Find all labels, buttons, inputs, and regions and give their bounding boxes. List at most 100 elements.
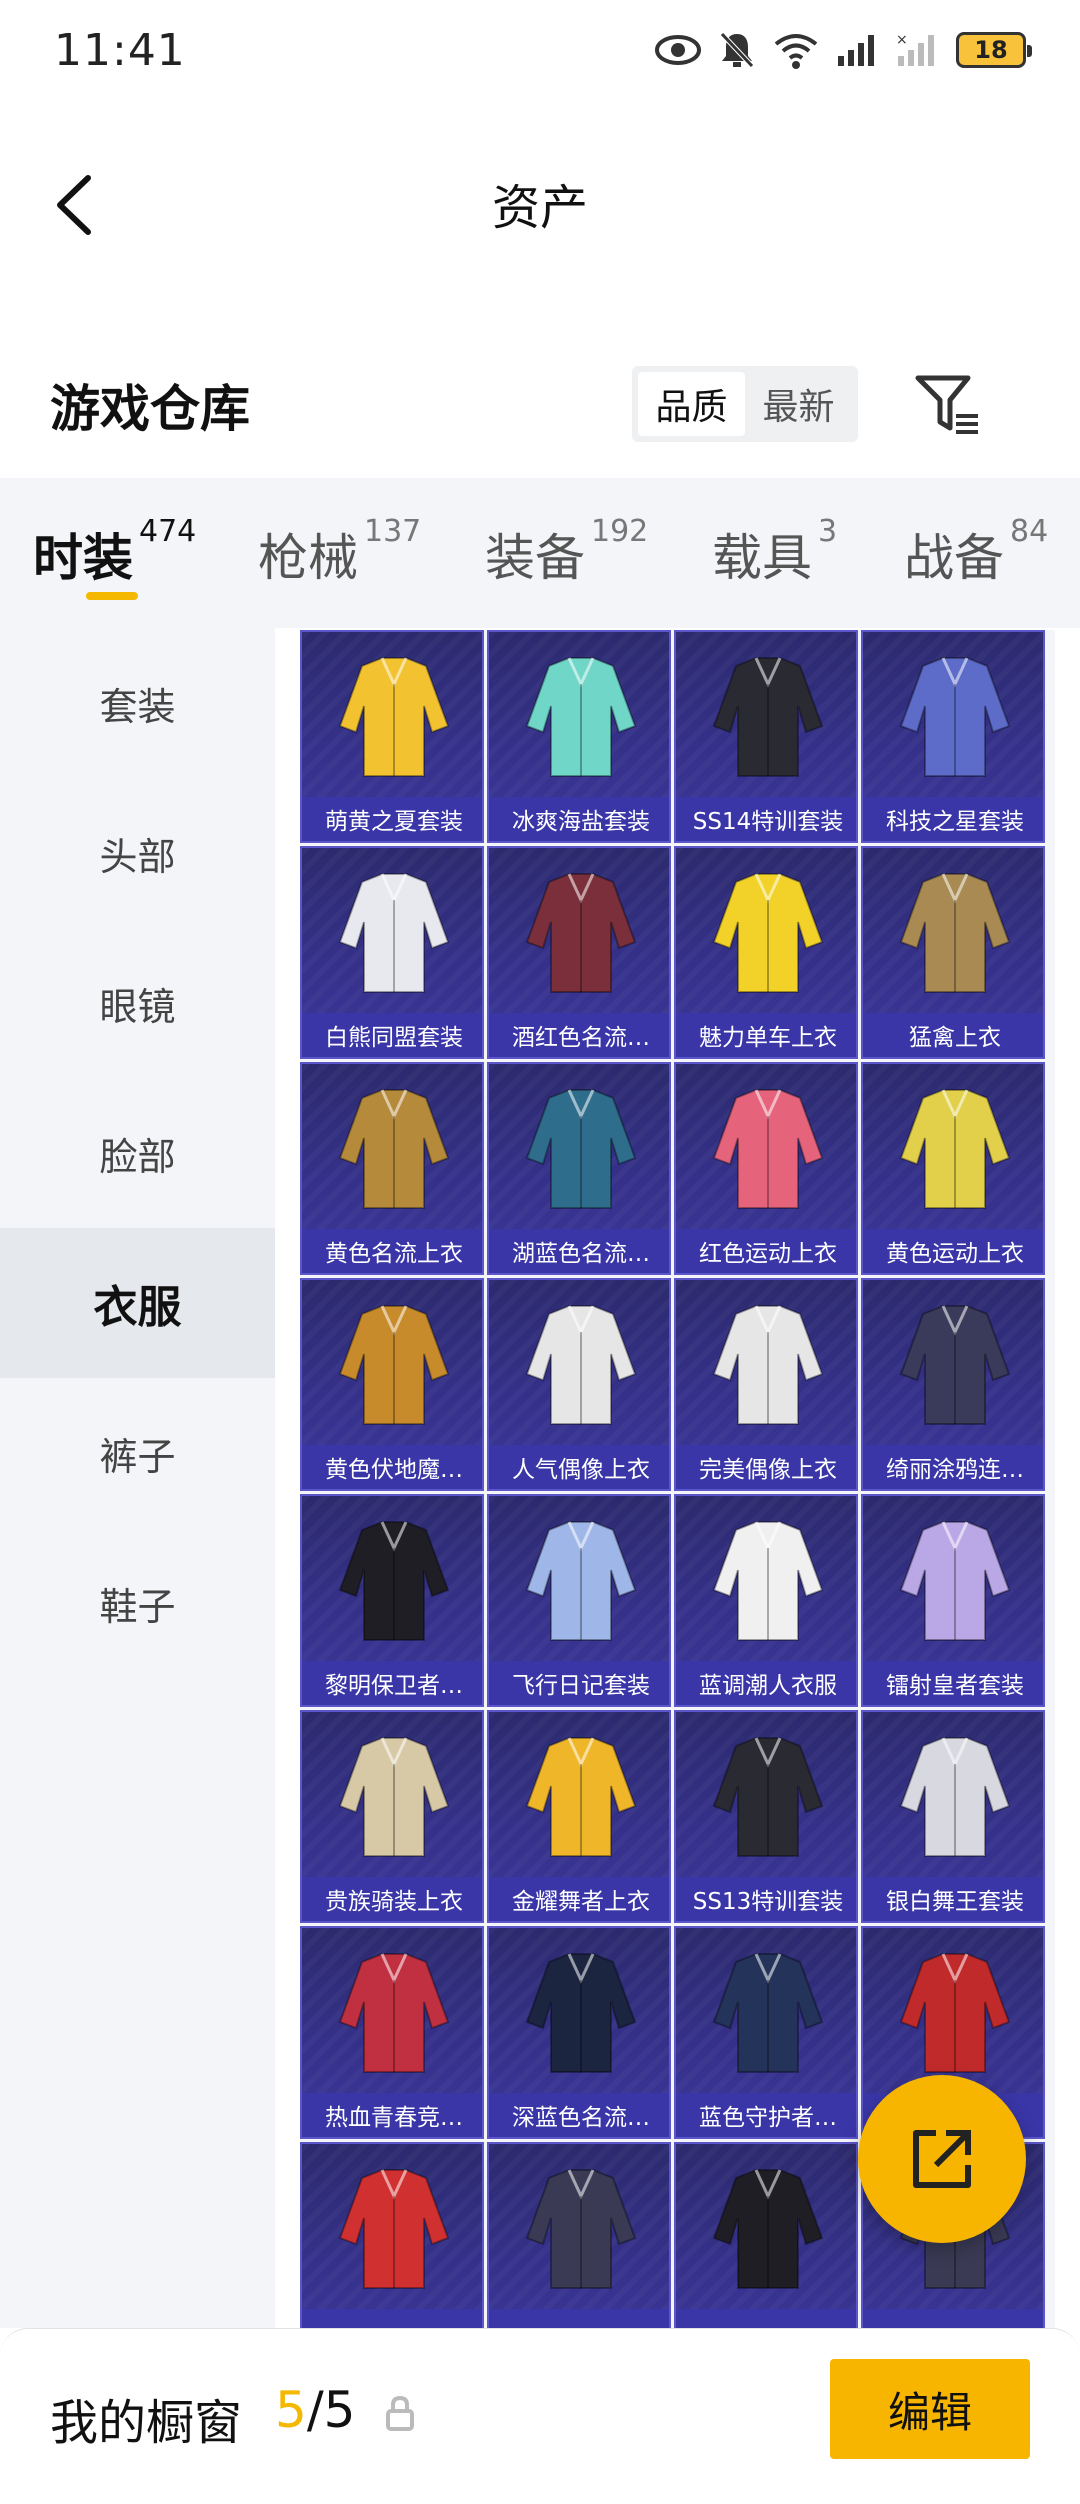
item-tile[interactable]: 热血青春竞… (300, 1926, 484, 2139)
tab-label: 装备 (485, 529, 585, 587)
tab-guns[interactable]: 枪械 137 (258, 514, 421, 590)
status-icons: × 18 (654, 30, 1032, 70)
item-tile[interactable]: SS13特训套装 (674, 1710, 858, 1923)
item-tile[interactable]: 绮丽涂鸦连… (861, 1278, 1045, 1491)
tab-label: 时装 (33, 529, 133, 587)
tab-fashion[interactable]: 时装 474 (33, 514, 196, 590)
item-tile[interactable]: 红色运动上衣 (674, 1062, 858, 1275)
item-tile[interactable]: 金耀舞者上衣 (487, 1710, 671, 1923)
item-label: 蓝色守护者… (676, 2093, 856, 2137)
item-label (863, 2309, 1043, 2330)
outfit-icon (338, 873, 450, 993)
item-tile[interactable] (674, 2142, 858, 2330)
sidebar-item-head[interactable]: 头部 (0, 778, 275, 928)
item-tile[interactable] (300, 2142, 484, 2330)
item-label: 黄色伏地魔… (302, 1445, 482, 1489)
tab-equipment[interactable]: 装备 192 (485, 514, 648, 590)
outfit-icon (338, 1305, 450, 1425)
item-tile[interactable]: 科技之星套装 (861, 630, 1045, 843)
tab-count: 137 (364, 514, 422, 549)
outfit-icon (712, 873, 824, 993)
sidebar-item-pants[interactable]: 裤子 (0, 1378, 275, 1528)
svg-text:×: × (896, 32, 908, 48)
item-label: 冰爽海盐套装 (489, 797, 669, 841)
item-tile[interactable]: 黄色伏地魔… (300, 1278, 484, 1491)
item-label: 银白舞王套装 (863, 1877, 1043, 1921)
item-label: 镭射皇者套装 (863, 1661, 1043, 1705)
item-tile[interactable]: 白熊同盟套装 (300, 846, 484, 1059)
tab-label: 载具 (712, 529, 812, 587)
tab-count: 192 (591, 514, 649, 549)
tab-combat-gear[interactable]: 战备 84 (904, 514, 1048, 590)
item-tile[interactable] (487, 2142, 671, 2330)
signal-weak-icon: × (896, 32, 934, 66)
item-label: 科技之星套装 (863, 797, 1043, 841)
item-label: 黎明保卫者… (302, 1661, 482, 1705)
edit-button[interactable]: 编辑 (830, 2359, 1030, 2459)
sidebar: 套装 头部 眼镜 脸部 衣服 裤子 鞋子 (0, 628, 275, 2328)
outfit-icon (338, 1737, 450, 1857)
item-label: 飞行日记套装 (489, 1661, 669, 1705)
tab-label: 枪械 (258, 529, 358, 587)
item-tile[interactable]: 冰爽海盐套装 (487, 630, 671, 843)
outfit-icon (712, 1089, 824, 1209)
outfit-icon (525, 1089, 637, 1209)
item-tile[interactable]: 贵族骑装上衣 (300, 1710, 484, 1923)
outfit-icon (712, 1521, 824, 1641)
chevron-left-icon[interactable] (48, 170, 98, 240)
item-tile[interactable]: 黎明保卫者… (300, 1494, 484, 1707)
battery-icon: 18 (956, 32, 1032, 68)
sort-quality[interactable]: 品质 (638, 372, 745, 436)
status-bar: 11:41 × 18 (0, 0, 1080, 100)
item-tile[interactable]: 魅力单车上衣 (674, 846, 858, 1059)
item-tile[interactable]: 猛禽上衣 (861, 846, 1045, 1059)
item-label (489, 2309, 669, 2330)
sidebar-item-shoes[interactable]: 鞋子 (0, 1528, 275, 1678)
outfit-icon (899, 873, 1011, 993)
eye-icon (655, 35, 701, 65)
sidebar-item-face[interactable]: 脸部 (0, 1078, 275, 1228)
battery-level: 18 (974, 36, 1008, 64)
item-tile[interactable]: 蓝调潮人衣服 (674, 1494, 858, 1707)
sort-newest[interactable]: 最新 (745, 372, 852, 436)
item-tile[interactable]: 飞行日记套装 (487, 1494, 671, 1707)
item-label: 魅力单车上衣 (676, 1013, 856, 1057)
item-tile[interactable]: 萌黄之夏套装 (300, 630, 484, 843)
item-label: 深蓝色名流… (489, 2093, 669, 2137)
item-tile[interactable]: 蓝色守护者… (674, 1926, 858, 2139)
sort-toggle: 品质 最新 (632, 366, 858, 442)
showcase-current: 5 (275, 2381, 307, 2439)
sidebar-item-sets[interactable]: 套装 (0, 628, 275, 778)
item-tile[interactable]: 完美偶像上衣 (674, 1278, 858, 1491)
outfit-icon (899, 1089, 1011, 1209)
sidebar-item-clothes[interactable]: 衣服 (0, 1228, 275, 1378)
item-tile[interactable]: SS14特训套装 (674, 630, 858, 843)
item-tile[interactable]: 湖蓝色名流… (487, 1062, 671, 1275)
item-tile[interactable]: 黄色名流上衣 (300, 1062, 484, 1275)
filter-icon[interactable] (912, 370, 982, 440)
share-icon (913, 2130, 971, 2188)
item-tile[interactable]: 银白舞王套装 (861, 1710, 1045, 1923)
share-button[interactable] (858, 2075, 1026, 2243)
item-label: 酒红色名流… (489, 1013, 669, 1057)
item-tile[interactable]: 黄色运动上衣 (861, 1062, 1045, 1275)
item-tile[interactable]: 镭射皇者套装 (861, 1494, 1045, 1707)
outfit-icon (899, 657, 1011, 777)
showcase-separator: / (306, 2381, 324, 2439)
item-label: 黄色名流上衣 (302, 1229, 482, 1273)
bottom-bar: 我的橱窗 5/5 编辑 (0, 2328, 1080, 2504)
item-label: 湖蓝色名流… (489, 1229, 669, 1273)
header: 资产 (0, 100, 1080, 305)
item-label: SS13特训套装 (676, 1877, 856, 1921)
item-label: 绮丽涂鸦连… (863, 1445, 1043, 1489)
item-tile[interactable]: 人气偶像上衣 (487, 1278, 671, 1491)
sidebar-item-glasses[interactable]: 眼镜 (0, 928, 275, 1078)
active-tab-indicator (86, 592, 138, 600)
item-tile[interactable]: 深蓝色名流… (487, 1926, 671, 2139)
outfit-icon (712, 1305, 824, 1425)
warehouse-title: 游戏仓库 (50, 380, 250, 438)
item-tile[interactable]: 酒红色名流… (487, 846, 671, 1059)
warehouse-row: 游戏仓库 品质 最新 (0, 360, 1080, 450)
tab-vehicles[interactable]: 载具 3 (712, 514, 837, 590)
item-label: 猛禽上衣 (863, 1013, 1043, 1057)
